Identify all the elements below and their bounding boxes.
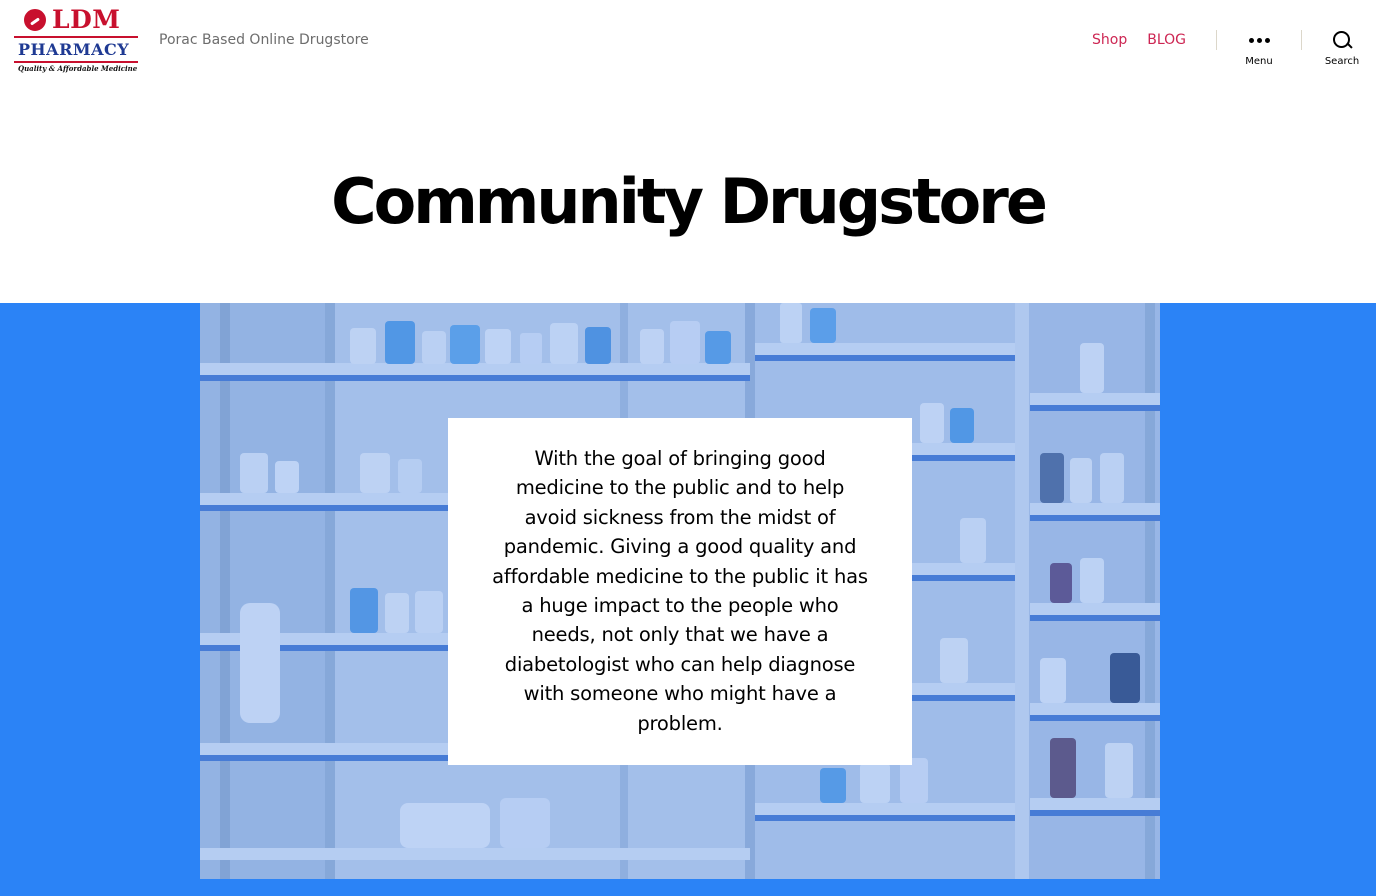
search-icon: [1332, 30, 1352, 50]
header-divider: [1301, 30, 1302, 50]
header-divider: [1216, 30, 1217, 50]
logo-tagline: Quality & Affordable Medicine: [18, 64, 138, 73]
nav-link-shop[interactable]: Shop: [1092, 31, 1127, 49]
logo-emblem-icon: [24, 9, 46, 31]
menu-toggle-label: Menu: [1245, 56, 1273, 67]
logo-rule: [14, 36, 138, 38]
search-toggle-label: Search: [1324, 56, 1360, 67]
site-logo[interactable]: LDM PHARMACY Quality & Affordable Medici…: [14, 6, 138, 74]
nav-link-blog[interactable]: BLOG: [1147, 31, 1186, 49]
search-toggle-button[interactable]: Search: [1322, 30, 1362, 68]
logo-pharmacy-text: PHARMACY: [18, 40, 130, 59]
primary-menu: Shop BLOG: [1092, 31, 1186, 49]
logo-ldm-text: LDM: [52, 5, 121, 34]
site-header: LDM PHARMACY Quality & Affordable Medici…: [0, 0, 1376, 90]
cover-text-card: With the goal of bringing good medicine …: [448, 418, 912, 765]
logo-rule-lower: [14, 61, 138, 63]
menu-toggle-button[interactable]: Menu: [1240, 30, 1278, 68]
site-description: Porac Based Online Drugstore: [159, 32, 369, 48]
ellipsis-icon: [1248, 30, 1270, 50]
page-title: Community Drugstore: [331, 165, 1048, 238]
cover-paragraph: With the goal of bringing good medicine …: [492, 447, 868, 735]
